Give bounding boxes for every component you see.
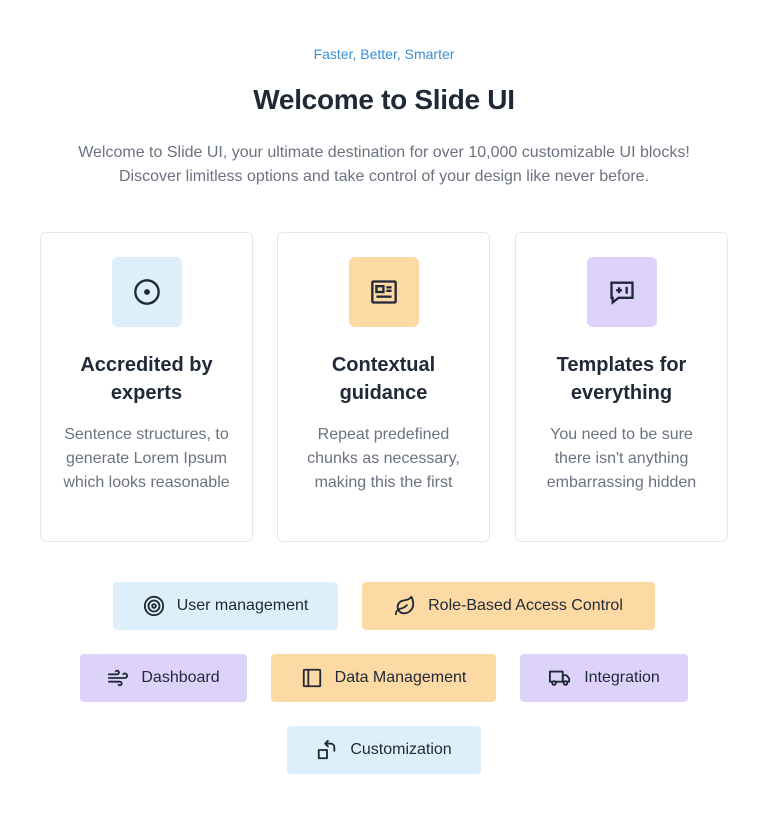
pill-label: Data Management: [334, 669, 467, 686]
intro-text: Welcome to Slide UI, your ultimate desti…: [78, 144, 690, 185]
pill-label: Dashboard: [141, 669, 220, 686]
card-description: Repeat predefined chunks as necessary, m…: [307, 426, 460, 491]
pill-label: User management: [176, 597, 309, 614]
target-circle-icon: [134, 279, 160, 305]
card-description: Sentence structures, to generate Lorem I…: [63, 426, 230, 491]
feature-pill-customization[interactable]: Customization: [287, 726, 481, 774]
wind-icon: [108, 669, 129, 687]
card-icon-box: [112, 257, 182, 327]
feature-card-contextual: Contextual guidance Repeat predefined ch…: [277, 232, 490, 542]
card-description: You need to be sure there isn't anything…: [546, 426, 697, 491]
leaf-icon: [395, 595, 415, 616]
card-title: Templates for everything: [556, 354, 687, 404]
eyebrow-text: Faster, Better, Smarter: [313, 46, 455, 62]
rotate-square-icon: [318, 739, 336, 760]
feature-pill-user-management[interactable]: User management: [113, 582, 338, 630]
feature-card-templates: Templates for everything You need to be …: [515, 232, 728, 542]
pill-label: Integration: [584, 669, 660, 686]
sidebar-panel-icon: [302, 668, 321, 688]
card-title: Contextual guidance: [331, 354, 436, 404]
newspaper-icon: [371, 280, 397, 304]
card-icon-box: [349, 257, 419, 327]
pill-label: Customization: [350, 741, 452, 758]
feature-pill-dashboard[interactable]: Dashboard: [80, 654, 247, 702]
truck-icon: [549, 670, 571, 686]
feature-pill-rbac[interactable]: Role-Based Access Control: [362, 582, 655, 630]
card-icon-box: [587, 257, 657, 327]
feature-card-accredited: Accredited by experts Sentence structure…: [40, 232, 253, 542]
pill-label: Role-Based Access Control: [428, 597, 623, 614]
message-plus-icon: [610, 281, 634, 305]
page-title: Welcome to Slide UI: [253, 84, 515, 115]
target-icon: [143, 595, 164, 617]
card-title: Accredited by experts: [80, 354, 213, 404]
feature-pill-data-management[interactable]: Data Management: [271, 654, 496, 702]
feature-pill-integration[interactable]: Integration: [520, 654, 688, 702]
